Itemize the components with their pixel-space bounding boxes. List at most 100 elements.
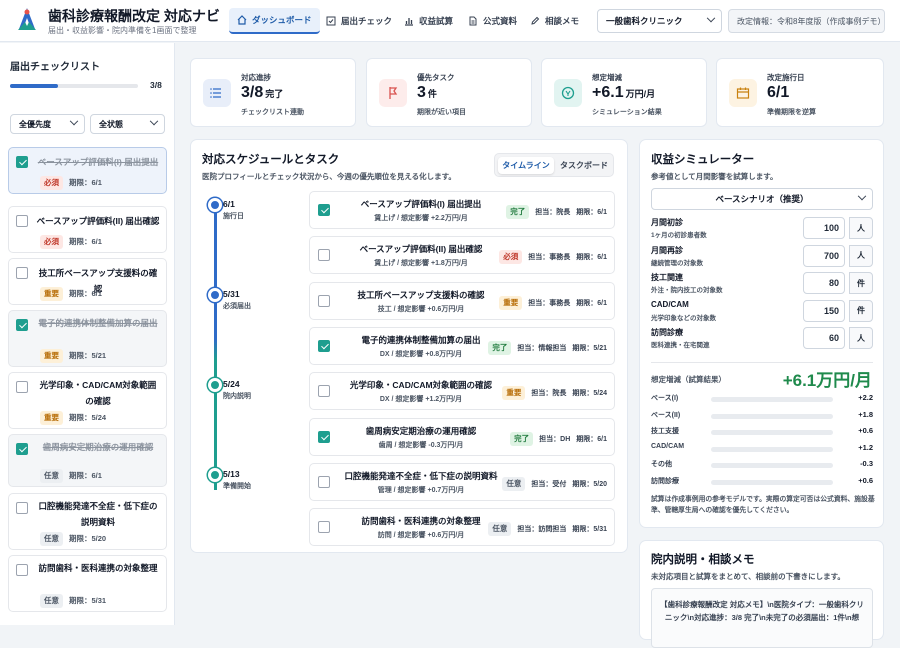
task-card[interactable]: 電子的連携体制整備加算の届出 DX / 想定影響 +0.8万円/月 完了 担当：情報担…	[309, 326, 615, 365]
simulator-note: 試算は作成事例用の参考モデルです。実際の算定可否は公式資料、施設基準、管轄厚生局…	[651, 496, 875, 514]
task-due: 期限：5/20	[572, 480, 607, 488]
task-card[interactable]: 技工所ベースアップ支援料の確認 技工 / 想定影響 +0.6万円/月 重要 担当：事務…	[309, 281, 615, 320]
task-owner: 担当：院長	[531, 390, 567, 398]
checklist-checkbox[interactable]	[16, 267, 28, 279]
due-date: 期限：5/31	[69, 596, 107, 605]
sim-input-label: 技工関連	[651, 273, 683, 282]
nav-label: ダッシュボード	[252, 15, 312, 25]
task-checkbox[interactable]	[318, 204, 330, 216]
task-meta: 任意 担当：訪問担当 期限：5/31	[488, 522, 607, 537]
sim-input-unit: 件	[849, 272, 873, 294]
checklist-item[interactable]: 歯周病安定期治療の運用確認 任意 期限：6/1	[8, 434, 167, 487]
sim-input-field[interactable]: 700	[803, 244, 845, 267]
nav-label: 相談メモ	[545, 16, 580, 26]
breakdown-value: +2.2	[858, 393, 873, 402]
scenario-select[interactable]: ベースシナリオ（推奨）	[651, 188, 873, 210]
task-title: ベースアップ評価料(I) 届出提出	[360, 199, 482, 209]
breakdown-bar	[711, 479, 833, 485]
nav-revenue[interactable]: 収益試算	[396, 8, 461, 34]
task-title: 技工所ベースアップ支援料の確認	[357, 289, 485, 300]
task-checkbox[interactable]	[318, 249, 330, 262]
task-card[interactable]: 口腔機能発達不全症・低下症の説明資料 管理 / 想定影響 +0.7万円/月 任意 担当…	[309, 462, 615, 501]
task-card[interactable]: ベースアップ評価料(I) 届出提出 賃上げ / 想定影響 +2.2万円/月 完了 担当…	[309, 191, 615, 229]
due-date: 期限：5/20	[69, 534, 107, 543]
task-owner: 担当：受付	[531, 480, 567, 488]
due-date: 期限：5/21	[69, 351, 107, 360]
pencil-icon	[531, 16, 540, 25]
task-due: 期限：6/1	[576, 254, 607, 262]
clinic-type-select[interactable]: 一般歯科クリニック	[597, 9, 722, 33]
checklist-item[interactable]: 電子的連携体制整備加算の届出 重要 期限：5/21	[8, 310, 167, 367]
tab-timeline[interactable]: タイムライン	[498, 157, 554, 174]
checklist-checkbox[interactable]	[16, 319, 28, 331]
task-impact: 賃上げ / 想定影響 +1.8万円/月	[374, 260, 468, 268]
sim-input-field[interactable]: 60	[803, 327, 845, 349]
memo-textarea[interactable]: 【歯科診療報酬改定 対応メモ】\n医院タイプ：一般歯科クリニック\n対応進捗：3…	[651, 588, 873, 648]
kpi-value: 3/8	[241, 84, 264, 101]
task-checkbox[interactable]	[318, 475, 330, 488]
kpi-value-line: 3/8 完了	[241, 84, 283, 102]
checklist-item[interactable]: 光学印象・CAD/CAM対象範囲の確認 重要 期限：5/24	[8, 372, 167, 429]
checklist-progress-bar	[10, 84, 138, 88]
sim-input-field[interactable]: 80	[803, 272, 845, 294]
checklist-checkbox[interactable]	[16, 443, 28, 455]
task-impact: DX / 想定影響 +0.8万円/月	[379, 350, 463, 358]
priority-filter[interactable]: 全優先度	[10, 114, 85, 134]
task-card[interactable]: 歯周病安定期治療の運用確認 歯周 / 想定影響 -0.3万円/月 完了 担当：DH 期限…	[309, 417, 615, 456]
task-impact: 歯周 / 想定影響 -0.3万円/月	[378, 441, 464, 449]
kpi-subtext: 期限が近い項目	[417, 109, 466, 116]
kpi-label: 改定施行日	[767, 73, 805, 82]
nav-memo[interactable]: 相談メモ	[522, 8, 587, 34]
checklist-checkbox[interactable]	[16, 502, 28, 514]
priority-badge: 必須	[40, 176, 63, 190]
breakdown-value: +1.2	[858, 442, 873, 452]
task-checkbox[interactable]	[318, 294, 330, 307]
breakdown-row: ベース(II) +1.8	[651, 410, 873, 422]
task-owner: 担当：院長	[535, 209, 571, 216]
sim-input-field[interactable]: 150	[803, 299, 845, 322]
task-impact: 管理 / 想定影響 +0.7万円/月	[377, 486, 465, 494]
kpi-subtext: チェックリスト連動	[241, 109, 304, 116]
task-card[interactable]: 訪問歯科・医科連携の対象整理 訪問 / 想定影響 +0.6万円/月 任意 担当：訪問担…	[309, 508, 615, 547]
task-checkbox[interactable]	[318, 339, 330, 352]
checklist-checkbox[interactable]	[16, 381, 28, 393]
task-checkbox[interactable]	[318, 385, 330, 398]
checklist-item[interactable]: ベースアップ評価料(II) 届出確認 必須 期限：6/1	[8, 206, 167, 253]
kpi-unit: 完了	[265, 89, 284, 99]
simulator-title: 収益シミュレーター	[651, 154, 755, 166]
sim-input-field[interactable]: 100	[803, 217, 845, 239]
checklist-checkbox[interactable]	[16, 215, 28, 227]
kpi-unit: 件	[427, 89, 437, 99]
revision-info: 改定情報：令和8年度版（作成事例デモ）	[728, 9, 885, 33]
checklist-checkbox[interactable]	[16, 156, 28, 168]
priority-badge: 必須	[40, 235, 63, 249]
kpi-subtext: 準備期限を逆算	[767, 109, 816, 116]
nav-label: 収益試算	[419, 16, 454, 26]
schedule-subtitle: 医院プロフィールとチェック状況から、今週の優先順位を見える化します。	[202, 172, 456, 181]
nav-official-docs[interactable]: 公式資料	[460, 8, 525, 34]
task-card[interactable]: 光学印象・CAD/CAM対象範囲の確認 DX / 想定影響 +1.2万円/月 重要担…	[309, 372, 615, 411]
checklist-item[interactable]: ベースアップ評価料(I) 届出提出 必須 期限：6/1	[8, 147, 167, 194]
milestone-date: 5/13	[223, 469, 240, 479]
milestone-label: 必須届出	[223, 303, 251, 310]
checklist-item[interactable]: 口腔機能発達不全症・低下症の説明資料 任意 期限：5/20	[8, 493, 167, 550]
checklist-item-meta: 重要 期限：6/1	[40, 287, 102, 301]
checklist-checkbox[interactable]	[16, 564, 28, 576]
bar-chart-icon	[405, 18, 413, 26]
task-checkbox[interactable]	[318, 521, 330, 534]
task-due: 期限：6/1	[576, 209, 607, 216]
task-card[interactable]: ベースアップ評価料(II) 届出確認 賃上げ / 想定影響 +1.8万円/月 必須担…	[309, 236, 615, 275]
checklist-item[interactable]: 訪問歯科・医科連携の対象整理 任意 期限：5/31	[8, 555, 167, 612]
status-filter[interactable]: 全状態	[90, 114, 165, 134]
checklist-item-title: 歯周病安定期治療の運用確認	[42, 442, 154, 452]
milestone-label: 院内説明	[223, 393, 251, 400]
checklist-item[interactable]: 技工所ベースアップ支援料の確認 重要 期限：6/1	[8, 258, 167, 305]
tab-taskboard[interactable]: タスクボード	[556, 157, 612, 174]
nav-dashboard[interactable]: ダッシュボード	[229, 8, 320, 34]
checklist-sidebar: 届出チェックリスト 3/8 全優先度 全状態 ベースアップ評価料(I) 届出提出…	[0, 43, 175, 625]
task-owner: 担当：訪問担当	[517, 526, 567, 534]
status-filter-value: 全状態	[99, 119, 123, 129]
task-impact: 賃上げ / 想定影響 +2.2万円/月	[374, 215, 468, 222]
nav-checklist[interactable]: 届出チェック	[318, 8, 400, 34]
task-checkbox[interactable]	[318, 430, 330, 443]
